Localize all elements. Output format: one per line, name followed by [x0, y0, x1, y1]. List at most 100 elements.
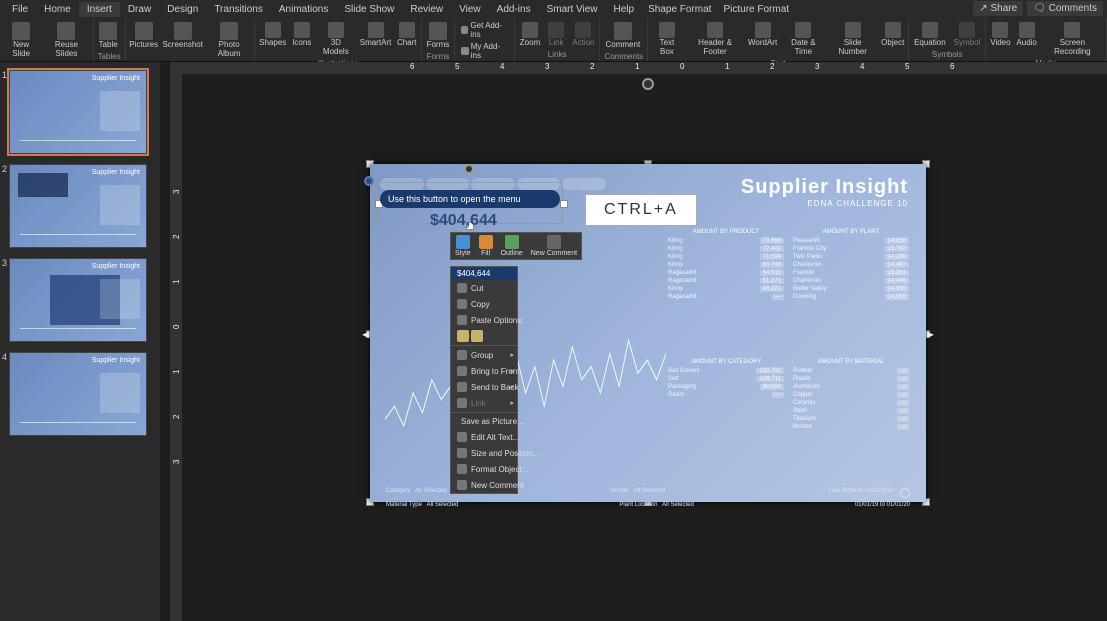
ctx-copy[interactable]: Copy [451, 296, 517, 312]
screen-recording-button[interactable]: Screen Recording [1041, 20, 1104, 59]
comments-label: Comments [1049, 3, 1097, 14]
smartart-button[interactable]: SmartArt [358, 20, 393, 59]
header-footer-button[interactable]: Header & Footer [686, 20, 745, 59]
tab-smartview[interactable]: Smart View [539, 2, 606, 17]
ctx-save-picture[interactable]: Save as Picture... [451, 414, 517, 429]
table-row: Packaging80,000 [666, 383, 786, 391]
ctx-paste-options [451, 328, 517, 344]
icons-button[interactable]: Icons [290, 20, 313, 59]
tab-addins[interactable]: Add-ins [489, 2, 539, 17]
forms-button[interactable]: Forms [424, 20, 453, 52]
rotation-handle-inner2[interactable] [364, 176, 374, 186]
datetime-button[interactable]: Date & Time [781, 20, 826, 59]
pictures-button[interactable]: Pictures [128, 20, 160, 61]
new-slide-button[interactable]: New Slide [2, 20, 40, 61]
tab-transitions[interactable]: Transitions [206, 2, 271, 17]
tool-tab-picture-format[interactable]: Picture Format [717, 2, 795, 17]
mini-fill-button[interactable]: Fill [477, 235, 495, 257]
ctx-size-position[interactable]: Size and Position... [451, 445, 517, 461]
comment-button[interactable]: Comment [602, 20, 643, 52]
paste-option-1-icon[interactable] [457, 330, 469, 342]
wordart-button[interactable]: WordArt [747, 20, 779, 59]
mini-new-comment-button[interactable]: New Comment [529, 235, 579, 257]
table-row: Steel— [791, 407, 911, 415]
tab-insert[interactable]: Insert [79, 2, 120, 17]
photo-album-button[interactable]: Photo Album [206, 20, 253, 61]
audio-button[interactable]: Audio [1015, 20, 1039, 59]
ctx-bring-front[interactable]: Bring to Front▸ [451, 363, 517, 379]
callout-shape[interactable]: Use this button to open the menu [380, 190, 560, 208]
ctx-send-back[interactable]: Send to Back▸ [451, 379, 517, 395]
action-button[interactable]: Action [569, 20, 597, 50]
group-tables-label: Tables [96, 52, 123, 62]
table-button[interactable]: Table [96, 20, 121, 52]
info-icon[interactable] [900, 488, 910, 498]
thumb-num-1: 1 [0, 70, 9, 154]
mini-style-button[interactable]: Style [453, 235, 473, 257]
video-button[interactable]: Video [988, 20, 1012, 59]
nav-left-icon[interactable]: ◄ [360, 329, 371, 341]
chart-button[interactable]: Chart [395, 20, 419, 59]
link-button[interactable]: Link [545, 20, 567, 50]
zoom-button[interactable]: Zoom [517, 20, 543, 50]
shapes-button[interactable]: Shapes [257, 20, 288, 59]
slide-canvas[interactable]: Supplier Insight EDNA CHALLENGE 10 Use t… [370, 164, 926, 502]
slidenumber-button[interactable]: Slide Number [828, 20, 877, 59]
tab-review[interactable]: Review [402, 2, 451, 17]
mini-toolbar[interactable]: Style Fill Outline New Comment [450, 232, 582, 260]
amount-by-category-table: AMOUNT BY CATEGORY Ball Screws129,702Set… [666, 359, 786, 399]
tab-file[interactable]: File [4, 2, 36, 17]
table-row: Twin Parks14,289 [791, 253, 911, 261]
tab-view[interactable]: View [451, 2, 489, 17]
tab-help[interactable]: Help [606, 2, 643, 17]
ctx-group[interactable]: Group▸ [451, 347, 517, 363]
textbox-button[interactable]: Text Box [650, 20, 683, 59]
tab-design[interactable]: Design [159, 2, 206, 17]
my-addins-button[interactable]: My Add-ins [457, 41, 512, 61]
context-menu: $404,644 Cut Copy Paste Options: Group▸ … [450, 266, 518, 494]
paste-option-2-icon[interactable] [471, 330, 483, 342]
table-row: Ragasaintt— [666, 293, 786, 301]
vertical-ruler: 3210123 [170, 74, 182, 621]
hint-box[interactable]: CTRL+A [585, 194, 697, 226]
table-row: Ball Screws129,702 [666, 367, 786, 375]
comments-button[interactable]: 🗨 Comments [1027, 1, 1103, 16]
3dmodels-button[interactable]: 3D Models [315, 20, 356, 59]
table-row: Bronze— [791, 423, 911, 431]
ctx-format-object[interactable]: Format Object... [451, 461, 517, 477]
reuse-slides-button[interactable]: Reuse Slides [42, 20, 90, 61]
editing-area[interactable]: 3210123 Supplier Insight EDNA CHALLENGE … [170, 74, 1107, 621]
ctx-cut[interactable]: Cut [451, 280, 517, 296]
ctx-alt-text[interactable]: Edit Alt Text... [451, 429, 517, 445]
slide-thumb-1[interactable]: Supplier Insight [9, 70, 147, 154]
symbol-button[interactable]: Symbol [951, 20, 984, 50]
tab-slideshow[interactable]: Slide Show [336, 2, 402, 17]
slide-thumb-2[interactable]: Supplier Insight [9, 164, 147, 248]
tab-draw[interactable]: Draw [120, 2, 159, 17]
table-row: Franklin15,361 [791, 269, 911, 277]
slide-thumb-3[interactable]: Supplier Insight [9, 258, 147, 342]
table-row: Pleasanth14,855 [791, 237, 911, 245]
tab-home[interactable]: Home [36, 2, 79, 17]
table-row: Kilroy60,746 [666, 261, 786, 269]
thumb-num-3: 3 [0, 258, 9, 342]
callout-text: Use this button to open the menu [388, 194, 521, 204]
share-button[interactable]: ↗ Share [973, 1, 1023, 16]
table-row: Butter Valley14,955 [791, 285, 911, 293]
mini-outline-button[interactable]: Outline [499, 235, 525, 257]
slide-thumb-4[interactable]: Supplier Insight [9, 352, 147, 436]
slide-title: Supplier Insight [741, 176, 908, 199]
sel-handle-inner[interactable] [560, 200, 568, 208]
rotation-handle-inner[interactable] [464, 164, 474, 174]
slide-footer: Category All Selected Vendor All Selecte… [386, 488, 910, 498]
get-addins-button[interactable]: Get Add-ins [457, 20, 512, 40]
table-row: Ceramic— [791, 399, 911, 407]
tool-tab-shape-format[interactable]: Shape Format [642, 2, 717, 17]
tab-animations[interactable]: Animations [271, 2, 336, 17]
rotation-handle-outer[interactable] [642, 78, 654, 90]
equation-button[interactable]: Equation [911, 20, 949, 50]
object-button[interactable]: Object [879, 20, 906, 59]
nav-right-icon[interactable]: ► [925, 329, 936, 341]
table-row: Kilroy48,221 [666, 285, 786, 293]
screenshot-button[interactable]: Screenshot [162, 20, 204, 61]
